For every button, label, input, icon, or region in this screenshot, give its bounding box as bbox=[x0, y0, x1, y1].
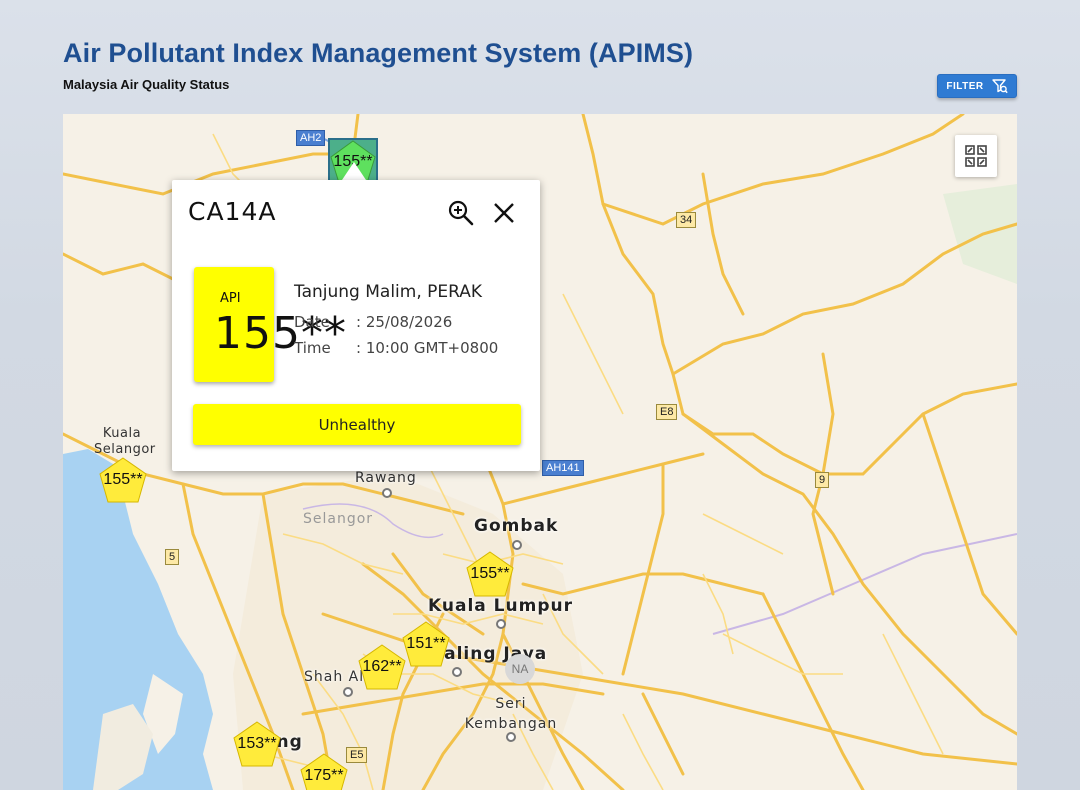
time-label: Time bbox=[294, 339, 331, 357]
na-badge: NA bbox=[505, 654, 535, 684]
city-dot-shah-alam bbox=[343, 687, 353, 697]
city-dot-petaling-jaya bbox=[452, 667, 462, 677]
date-row: Date : 25/08/2026 bbox=[294, 313, 452, 331]
api-marker[interactable]: 175** bbox=[299, 752, 349, 790]
page-title: Air Pollutant Index Management System (A… bbox=[63, 38, 694, 68]
road-label-9: 9 bbox=[815, 472, 830, 488]
marker-value: 155** bbox=[470, 565, 510, 582]
road-label-ah2: AH2 bbox=[296, 130, 326, 146]
fullscreen-button[interactable] bbox=[955, 135, 997, 177]
api-marker[interactable]: 153** bbox=[232, 720, 282, 768]
city-dot-gombak bbox=[512, 540, 522, 550]
marker-value: 151** bbox=[406, 635, 446, 652]
zoom-in-button[interactable] bbox=[447, 199, 475, 227]
marker-value: 175** bbox=[304, 767, 344, 784]
api-label: API bbox=[220, 291, 241, 306]
api-marker[interactable]: 151** bbox=[401, 620, 451, 668]
city-dot-kuala-lumpur bbox=[496, 619, 506, 629]
station-id: CA14A bbox=[188, 197, 277, 226]
place-label-kuala-lumpur: Kuala Lumpur bbox=[428, 596, 573, 616]
marker-value: 153** bbox=[237, 735, 277, 752]
api-marker[interactable]: 155** bbox=[465, 550, 515, 598]
popup-arrow bbox=[342, 162, 366, 180]
api-marker[interactable]: 162** bbox=[357, 643, 407, 691]
fullscreen-icon bbox=[965, 145, 987, 167]
station-popup: CA14A API 155** Tanjung Malim, PERAK Dat… bbox=[172, 180, 540, 471]
road-label-5: 5 bbox=[165, 549, 180, 565]
zoom-in-icon bbox=[448, 200, 474, 226]
filter-search-icon bbox=[991, 79, 1008, 94]
api-marker[interactable]: 155** bbox=[98, 456, 148, 504]
map-view[interactable]: AH2 34 E8 AH141 9 5 E5 Kuala Selangor Ra… bbox=[63, 114, 1017, 790]
place-label-kuala-selangor: Kuala Selangor bbox=[94, 426, 156, 457]
road-label-e5: E5 bbox=[346, 747, 368, 763]
filter-label: FILTER bbox=[946, 80, 984, 92]
marker-value: 155** bbox=[103, 471, 143, 488]
filter-button[interactable]: FILTER bbox=[937, 74, 1017, 98]
station-location: Tanjung Malim, PERAK bbox=[294, 282, 483, 302]
time-value: : 10:00 GMT+0800 bbox=[356, 339, 499, 357]
place-label-gombak: Gombak bbox=[474, 516, 559, 536]
place-label-rawang: Rawang bbox=[355, 470, 417, 486]
place-label-selangor: Selangor bbox=[303, 511, 374, 527]
city-dot-rawang bbox=[382, 488, 392, 498]
road-label-e8: E8 bbox=[656, 404, 678, 420]
close-icon bbox=[494, 203, 514, 223]
close-button[interactable] bbox=[490, 199, 518, 227]
date-label: Date bbox=[294, 313, 330, 331]
road-label-ah141: AH141 bbox=[542, 460, 584, 476]
page-subtitle: Malaysia Air Quality Status bbox=[63, 77, 230, 92]
time-row: Time : 10:00 GMT+0800 bbox=[294, 339, 498, 357]
marker-value: 162** bbox=[362, 658, 402, 675]
place-label-seri-kembangan: Seri Kembangan bbox=[464, 696, 558, 732]
road-label-34: 34 bbox=[676, 212, 697, 228]
date-value: : 25/08/2026 bbox=[356, 313, 453, 331]
city-dot-seri-kembangan bbox=[506, 732, 516, 742]
status-button[interactable]: Unhealthy bbox=[193, 404, 521, 445]
